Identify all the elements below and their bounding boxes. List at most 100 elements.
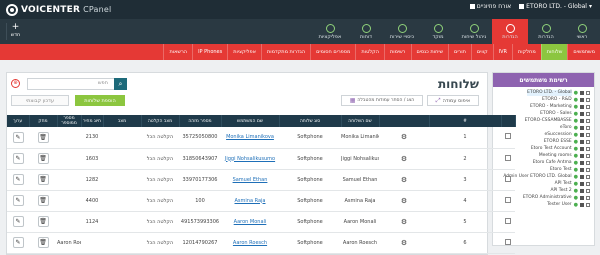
delete-icon[interactable]: 🗑 [37,195,49,206]
name-cell-td: Aaron Roesch [341,232,379,254]
gear-icon[interactable]: ⚙ [401,176,407,184]
edit-icon[interactable]: ✎ [12,216,24,227]
mobile-number-cell-td [57,211,81,233]
id-cell: 100 [195,197,205,204]
toggle-columns-button[interactable]: ▦ הצג / הסתר עמודות מהטבלה [341,95,423,106]
checkbox[interactable] [586,203,590,207]
column-header: מספר ממוספר [57,115,82,127]
checkbox[interactable] [586,182,590,186]
edit-icon[interactable]: ✎ [12,174,24,185]
nav-item-6[interactable]: דוחות [348,19,384,44]
delete-icon[interactable]: 🗑 [37,153,49,164]
user-link[interactable]: Aaron Monali [234,219,267,225]
gear-icon[interactable]: ⚙ [401,133,407,141]
checkbox[interactable] [586,168,590,172]
tab-10[interactable]: הגדרות מתקדמות [260,44,310,60]
sidebar-item[interactable]: ETORO - R&D ● [493,97,590,103]
tab-3[interactable]: IVR [492,44,512,60]
row-number: 4 [463,197,467,204]
row-checkbox[interactable] [505,154,511,161]
checkbox[interactable] [586,140,590,144]
edit-icon[interactable]: ✎ [12,153,24,164]
row-checkbox[interactable] [505,133,511,140]
tab-7[interactable]: רשימות [383,44,411,60]
tab-11[interactable]: אפליקציות [227,44,261,60]
account-selector[interactable]: ETORO LTD. - Global ▾ [519,3,592,10]
row-checkbox[interactable] [505,217,511,224]
tab-9[interactable]: מספרים חסומים [310,44,355,60]
tab-13[interactable]: הרשאות [163,44,192,60]
reset-columns-button[interactable]: ⤢ איפוס עמודה [427,95,479,106]
user-link[interactable]: Asmina Raja [235,198,266,204]
checkbox[interactable] [586,161,590,165]
nav-item-7[interactable]: אפליקציות [312,19,348,44]
user-link[interactable]: Samuel Ethan [233,177,268,183]
checkbox[interactable] [586,196,590,200]
edit-icon[interactable]: ✎ [12,237,24,248]
checkbox[interactable] [586,154,590,158]
brand-logo[interactable]: VOICENTER CPanel [6,2,111,17]
tab-6[interactable]: שיחות כנסים [410,44,449,60]
table-row[interactable]: ✎ 🗑 Aaron Roesch הקלטה הכל 12014790267 Aaron … [7,232,515,254]
checkbox[interactable] [586,147,590,151]
tab-5[interactable]: תורים [448,44,471,60]
gear-icon[interactable]: ⚙ [401,218,407,226]
nav-item-0[interactable]: ראשי [564,19,600,44]
row-checkbox[interactable] [505,196,511,203]
sidebar-item-label: ETORO ESSE [543,139,572,144]
checkbox[interactable] [586,119,590,123]
edit-icon[interactable]: ✎ [12,195,24,206]
checkbox[interactable] [586,112,590,116]
table-row[interactable]: ✎ 🗑 1124 הקלטה הכל 491573993306 Aaron Monali S… [7,211,515,233]
row-checkbox[interactable] [505,238,511,245]
table-row[interactable]: ✎ 🗑 1603 הקלטה הכל 31850643907 Jiggi Nohsalik… [7,148,515,170]
tab-1[interactable]: שלוחות [540,44,568,60]
tab-4[interactable]: קווים [470,44,493,60]
checkbox[interactable] [586,175,590,179]
checkbox[interactable] [586,98,590,102]
sidebar-item[interactable]: ETORO LTD. - Global ● [493,90,590,96]
table-row[interactable]: ✎ 🗑 2130 הקלטה הכל 35725050800 Monika Limanik… [7,127,515,149]
user-link[interactable]: Jiggi Nohsalikusumo [225,156,275,162]
search-button[interactable]: ⌕ [114,78,127,90]
gear-icon[interactable]: ⚙ [401,239,407,247]
user-link[interactable]: Aaron Roesch [233,240,267,246]
checkbox[interactable] [586,91,590,95]
nav-item-5[interactable]: כיסויי שירות [384,19,420,44]
apps-icon [325,23,335,33]
search-input[interactable] [27,78,127,90]
table-row[interactable]: ✎ 🗑 4400 הקלטה הכל 100 Asmina Raja Softphone As… [7,190,515,212]
add-extension-button[interactable]: הוספת שלוחות [75,95,125,106]
checkbox[interactable] [586,189,590,193]
tab-2[interactable]: מחלקות [512,44,541,60]
status-dot-icon: ● [573,90,578,96]
checkbox[interactable] [586,126,590,130]
nav-item-2[interactable]: הגדרות [492,19,528,44]
sidebar-item[interactable]: ETORO - Marketing ● [493,104,590,110]
globe-icon[interactable]: ⊕ [11,79,20,88]
type-cell: Softphone [297,218,323,225]
delete-icon[interactable]: 🗑 [37,174,49,185]
checkbox[interactable] [586,133,590,137]
user-menu[interactable]: אורח פוזיוניים [469,3,512,10]
nav-item-1[interactable]: הגדרות [528,19,564,44]
gear-icon[interactable]: ⚙ [401,197,407,205]
edit-icon[interactable]: ✎ [12,131,24,143]
gear-icon[interactable]: ⚙ [401,155,407,163]
tab-12[interactable]: IP Phones [192,44,227,60]
tab-8[interactable]: הקלטות [355,44,384,60]
state-cell-td [103,127,141,149]
table-row[interactable]: ✎ 🗑 1282 הקלטה הכל 33970177306 Samuel Ethan So… [7,169,515,191]
user-link[interactable]: Monika Limanikova [226,134,274,140]
checkbox[interactable] [586,105,590,109]
user-name: אורח פוזיוניים [476,3,512,10]
delete-icon[interactable]: 🗑 [37,216,49,227]
delete-icon[interactable]: 🗑 [37,131,49,143]
delete-icon[interactable]: 🗑 [37,237,49,248]
tab-0[interactable]: משתמשים [567,44,600,60]
row-checkbox[interactable] [505,175,511,182]
nav-item-4[interactable]: מוקד [420,19,456,44]
new-button[interactable]: + חדש [6,23,24,40]
group-edit-button[interactable]: עדכון קבוצתי [11,95,69,106]
nav-item-3[interactable]: ניהול שיחות [456,19,492,44]
